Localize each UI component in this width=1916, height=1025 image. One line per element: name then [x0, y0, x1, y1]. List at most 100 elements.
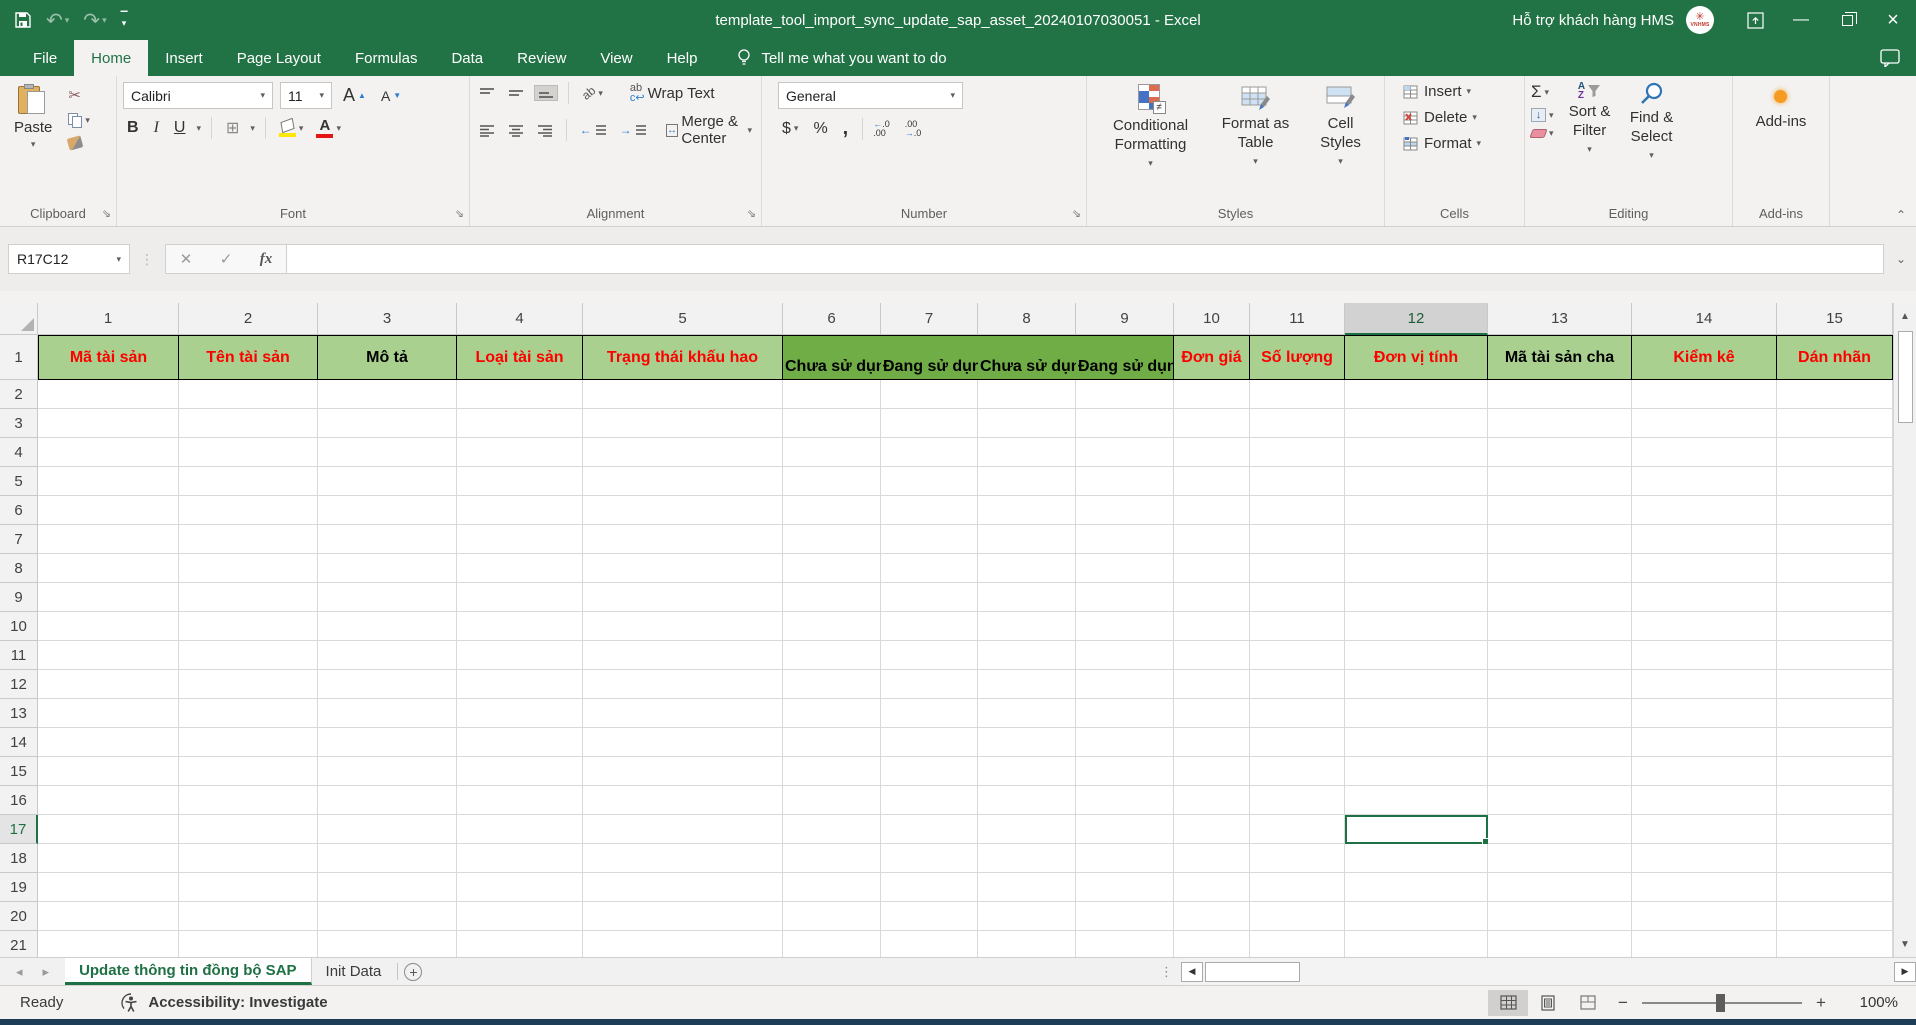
grid-cell-r13-c7[interactable] [881, 699, 978, 728]
grid-cell-r9-c10[interactable] [1174, 583, 1250, 612]
ribbon-tab-view[interactable]: View [583, 40, 649, 76]
grid-cell-r15-c12[interactable] [1345, 757, 1488, 786]
grid-cell-r5-c5[interactable] [583, 467, 783, 496]
grid-cell-r11-c4[interactable] [457, 641, 583, 670]
grid-cell-r11-c2[interactable] [179, 641, 318, 670]
grid-cell-r21-c2[interactable] [179, 931, 318, 957]
grid-cell-r11-c9[interactable] [1076, 641, 1174, 670]
wrap-text-button[interactable]: abc↩ Wrap Text [627, 82, 718, 104]
grid-cell-r7-c2[interactable] [179, 525, 318, 554]
grid-cell-r21-c15[interactable] [1777, 931, 1893, 957]
header-cell-col-12[interactable]: Đơn vị tính [1345, 335, 1488, 380]
grid-cell-r13-c6[interactable] [783, 699, 881, 728]
grid-cell-r9-c14[interactable] [1632, 583, 1777, 612]
header-cell-segment-9[interactable]: Đang sử dụng [1076, 336, 1174, 379]
font-dialog-launcher-icon[interactable]: ⇘ [455, 207, 464, 220]
insert-function-icon[interactable]: fx [246, 251, 286, 268]
grid-cell-r15-c9[interactable] [1076, 757, 1174, 786]
delete-cells-button[interactable]: Delete▾ [1399, 108, 1518, 127]
grid-cell-r10-c15[interactable] [1777, 612, 1893, 641]
grid-cell-r13-c5[interactable] [583, 699, 783, 728]
grid-cell-r18-c12[interactable] [1345, 844, 1488, 873]
grid-cell-r7-c11[interactable] [1250, 525, 1345, 554]
grid-cell-r4-c12[interactable] [1345, 438, 1488, 467]
grid-cell-r10-c6[interactable] [783, 612, 881, 641]
column-header-10[interactable]: 10 [1174, 303, 1250, 335]
grid-cell-r13-c13[interactable] [1488, 699, 1632, 728]
grid-cell-r8-c8[interactable] [978, 554, 1076, 583]
grid-cell-r17-c7[interactable] [881, 815, 978, 844]
grid-cell-r7-c4[interactable] [457, 525, 583, 554]
column-header-2[interactable]: 2 [179, 303, 318, 335]
column-header-1[interactable]: 1 [38, 303, 179, 335]
grid-cell-r15-c6[interactable] [783, 757, 881, 786]
grid-cell-r13-c3[interactable] [318, 699, 457, 728]
grid-cell-r18-c11[interactable] [1250, 844, 1345, 873]
grid-cell-r7-c14[interactable] [1632, 525, 1777, 554]
tell-me-box[interactable]: Tell me what you want to do [736, 40, 946, 76]
grid-cell-r3-c6[interactable] [783, 409, 881, 438]
grid-cell-r12-c5[interactable] [583, 670, 783, 699]
restore-button[interactable] [1824, 0, 1870, 40]
grid-cell-r10-c10[interactable] [1174, 612, 1250, 641]
grid-cell-r4-c10[interactable] [1174, 438, 1250, 467]
grid-cell-r2-c10[interactable] [1174, 380, 1250, 409]
comments-icon[interactable] [1880, 40, 1900, 76]
header-cell-col-15[interactable]: Dán nhãn [1777, 335, 1893, 380]
column-header-6[interactable]: 6 [783, 303, 881, 335]
header-cell-segment-6[interactable]: Chưa sử dụng [783, 336, 881, 379]
grid-cell-r4-c13[interactable] [1488, 438, 1632, 467]
grid-cell-r12-c2[interactable] [179, 670, 318, 699]
paste-button[interactable]: Paste ▾ [6, 82, 60, 200]
grid-cell-r7-c3[interactable] [318, 525, 457, 554]
grid-cell-r2-c3[interactable] [318, 380, 457, 409]
grid-cell-r10-c7[interactable] [881, 612, 978, 641]
grid-cell-r8-c14[interactable] [1632, 554, 1777, 583]
grid-cell-r5-c1[interactable] [38, 467, 179, 496]
grid-cell-r17-c15[interactable] [1777, 815, 1893, 844]
grid-cell-r3-c14[interactable] [1632, 409, 1777, 438]
increase-indent-button[interactable]: → [617, 122, 650, 138]
grid-cell-r10-c4[interactable] [457, 612, 583, 641]
header-cell-segment-7[interactable]: Đang sử dụng [881, 336, 978, 379]
ribbon-display-options-icon[interactable] [1732, 0, 1778, 40]
expand-formula-bar-icon[interactable]: ⌄ [1890, 252, 1912, 266]
grid-cell-r12-c1[interactable] [38, 670, 179, 699]
header-cell-col-14[interactable]: Kiểm kê [1632, 335, 1777, 380]
grid-cell-r11-c5[interactable] [583, 641, 783, 670]
decrease-font-size-button[interactable]: A▼ [377, 88, 405, 104]
grid-cell-r10-c11[interactable] [1250, 612, 1345, 641]
grid-cell-r12-c12[interactable] [1345, 670, 1488, 699]
clear-button[interactable]: ▾ [1531, 128, 1554, 139]
borders-button[interactable]: ⊞ [222, 118, 243, 138]
grid-cell-r20-c13[interactable] [1488, 902, 1632, 931]
grid-cell-r19-c14[interactable] [1632, 873, 1777, 902]
row-header-2[interactable]: 2 [0, 380, 38, 409]
alignment-dialog-launcher-icon[interactable]: ⇘ [747, 207, 756, 220]
copy-button[interactable]: ▾ [68, 113, 90, 128]
grid-cell-r21-c1[interactable] [38, 931, 179, 957]
grid-cell-r4-c2[interactable] [179, 438, 318, 467]
tab-scroll-splitter[interactable]: ⋮ [1152, 958, 1181, 985]
merge-center-button[interactable]: ↔ Merge & Center ▾ [663, 112, 755, 148]
grid-cell-r2-c6[interactable] [783, 380, 881, 409]
grid-cell-r3-c2[interactable] [179, 409, 318, 438]
grid-cell-r21-c10[interactable] [1174, 931, 1250, 957]
grid-cell-r20-c9[interactable] [1076, 902, 1174, 931]
grid-cell-r10-c8[interactable] [978, 612, 1076, 641]
header-cell-segment-8[interactable]: Chưa sử dụng [978, 336, 1076, 379]
new-sheet-button[interactable]: + [400, 958, 426, 985]
grid-cell-r4-c14[interactable] [1632, 438, 1777, 467]
grid-cell-r20-c12[interactable] [1345, 902, 1488, 931]
grid-cell-r5-c15[interactable] [1777, 467, 1893, 496]
font-name-select[interactable]: Calibri▾ [123, 82, 273, 109]
grid-cell-r2-c5[interactable] [583, 380, 783, 409]
grid-cell-r7-c15[interactable] [1777, 525, 1893, 554]
account-name[interactable]: Hỗ trợ khách hàng HMS [1512, 12, 1674, 29]
grid-cell-r19-c7[interactable] [881, 873, 978, 902]
grid-cell-r3-c3[interactable] [318, 409, 457, 438]
grid-cell-r16-c11[interactable] [1250, 786, 1345, 815]
grid-cell-r11-c15[interactable] [1777, 641, 1893, 670]
row-header-6[interactable]: 6 [0, 496, 38, 525]
grid-cell-r20-c5[interactable] [583, 902, 783, 931]
